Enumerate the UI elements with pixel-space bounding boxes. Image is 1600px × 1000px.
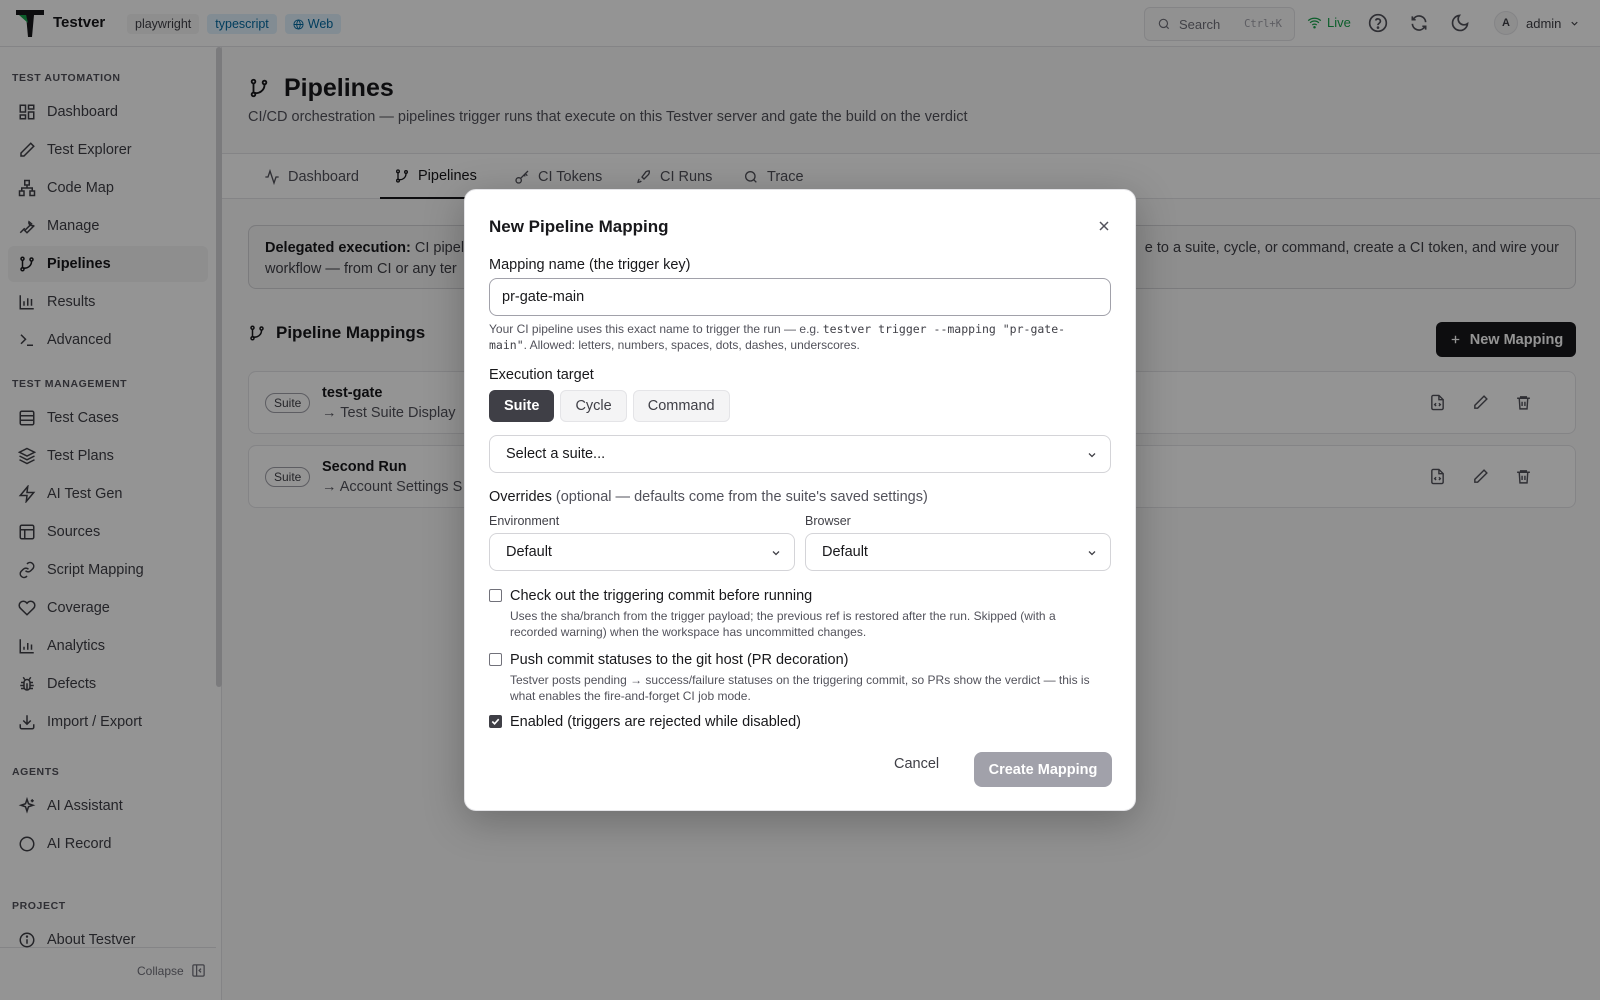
browser-select[interactable]: Default — [805, 533, 1111, 571]
execution-target-label: Execution target — [489, 367, 594, 383]
target-cycle-button[interactable]: Cycle — [560, 390, 627, 422]
chevron-down-icon — [1088, 551, 1096, 556]
execution-target-toggle: Suite Cycle Command — [489, 390, 730, 422]
browser-value: Default — [822, 544, 868, 560]
suite-select[interactable]: Select a suite... — [489, 435, 1111, 473]
mapping-name-input[interactable]: pr-gate-main — [489, 278, 1111, 316]
mapping-name-value: pr-gate-main — [502, 289, 585, 305]
enabled-title: Enabled (triggers are rejected while dis… — [510, 714, 801, 730]
checkout-commit-title: Check out the triggering commit before r… — [510, 588, 813, 604]
overrides-heading: Overrides (optional — defaults come from… — [489, 489, 928, 505]
chevron-down-icon — [1088, 453, 1096, 458]
target-suite-button[interactable]: Suite — [489, 390, 555, 422]
checkout-commit-checkbox[interactable] — [489, 589, 502, 602]
close-icon[interactable] — [1096, 218, 1112, 234]
new-pipeline-mapping-dialog: New Pipeline Mapping Mapping name (the t… — [464, 189, 1136, 811]
enabled-checkbox[interactable] — [489, 715, 502, 728]
dialog-title: New Pipeline Mapping — [489, 217, 669, 236]
push-statuses-title: Push commit statuses to the git host (PR… — [510, 652, 849, 668]
suite-select-value: Select a suite... — [506, 446, 606, 462]
mapping-name-label: Mapping name (the trigger key) — [489, 257, 691, 273]
browser-label: Browser — [805, 514, 851, 528]
environment-select[interactable]: Default — [489, 533, 795, 571]
mapping-name-help: Your CI pipeline uses this exact name to… — [489, 322, 1066, 352]
cancel-button[interactable]: Cancel — [894, 756, 939, 772]
environment-label: Environment — [489, 514, 560, 528]
push-statuses-description: Testver posts pending → success/failure … — [510, 673, 1090, 703]
check-icon — [491, 718, 500, 725]
target-command-button[interactable]: Command — [632, 390, 730, 422]
create-mapping-button[interactable]: Create Mapping — [974, 752, 1112, 787]
checkout-commit-description: Uses the sha/branch from the trigger pay… — [510, 609, 1056, 639]
chevron-down-icon — [772, 551, 780, 556]
push-statuses-checkbox[interactable] — [489, 653, 502, 666]
environment-value: Default — [506, 544, 552, 560]
